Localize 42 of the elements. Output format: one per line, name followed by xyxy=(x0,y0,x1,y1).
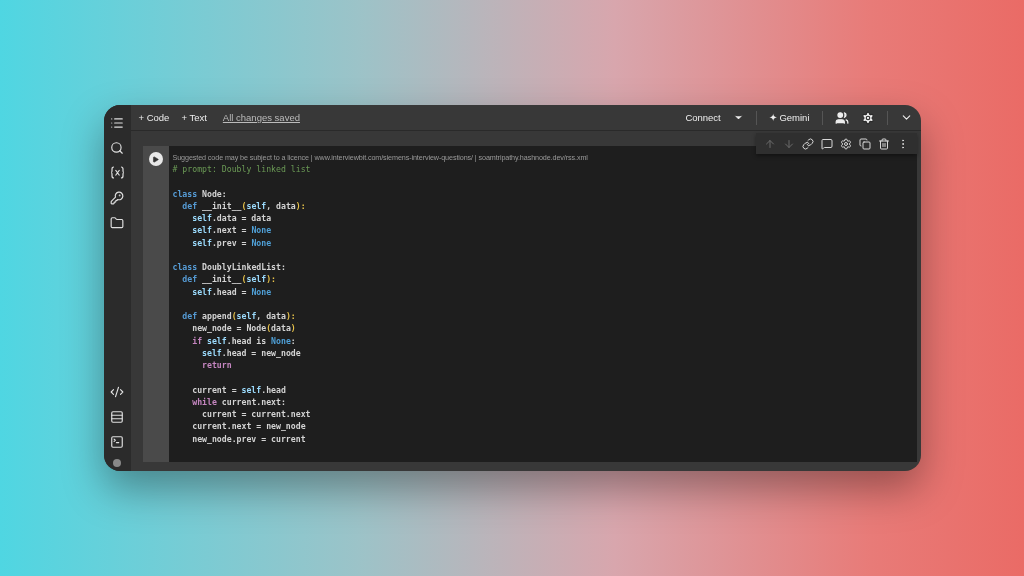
code-icon[interactable] xyxy=(109,384,125,399)
code-line: def __init__(self): xyxy=(181,273,278,286)
list-icon[interactable] xyxy=(109,115,125,130)
settings-icon[interactable] xyxy=(860,110,875,125)
add-cell-button[interactable]: + Text xyxy=(181,112,207,123)
code-line: self.head = new_node xyxy=(201,346,302,359)
add-cell-button[interactable]: + Code xyxy=(138,112,170,123)
code-line: self.next = None xyxy=(191,224,273,237)
users-icon[interactable] xyxy=(834,110,849,125)
code-line: new_node.prev = current xyxy=(191,432,307,445)
code-line: new_node = Node(data) xyxy=(191,322,297,335)
code-line: def append(self, data): xyxy=(181,310,297,323)
code-line: while current.next: xyxy=(191,395,287,408)
trash-icon[interactable] xyxy=(877,137,890,150)
search-icon[interactable] xyxy=(109,140,125,155)
terminal-icon[interactable] xyxy=(109,434,125,449)
status-dot xyxy=(113,459,121,467)
code-line: self.prev = None xyxy=(191,236,273,249)
code-line: # prompt: Doubly linked list xyxy=(172,163,312,176)
code-line: return xyxy=(201,359,233,372)
code-line: current.next = new_node xyxy=(191,420,307,433)
save-status-link[interactable]: All changes saved xyxy=(222,112,300,123)
code-line: if self.head is None: xyxy=(191,334,297,347)
key-icon[interactable] xyxy=(109,190,125,205)
play-icon xyxy=(152,155,159,163)
code-line: self.data = data xyxy=(191,212,273,225)
code-cell[interactable] xyxy=(142,146,917,462)
variables-icon[interactable] xyxy=(109,165,125,180)
connect-button[interactable]: Connect xyxy=(685,112,721,123)
gemini-button[interactable]: ✦ Gemini xyxy=(768,112,810,123)
comment-icon[interactable] xyxy=(820,137,833,150)
run-button[interactable] xyxy=(148,152,163,166)
code-line: current = self.head xyxy=(191,383,287,396)
code-line: self.head = None xyxy=(191,285,273,298)
folder-icon[interactable] xyxy=(109,215,125,230)
rows-icon[interactable] xyxy=(109,409,125,424)
code-line: class Node: xyxy=(172,187,228,200)
link-icon[interactable] xyxy=(801,137,814,150)
code-line: current = current.next xyxy=(201,408,312,421)
copy-icon[interactable] xyxy=(858,137,871,150)
code-line: class DoublyLinkedList: xyxy=(172,261,287,274)
code-line: def __init__(self, data): xyxy=(181,199,307,212)
